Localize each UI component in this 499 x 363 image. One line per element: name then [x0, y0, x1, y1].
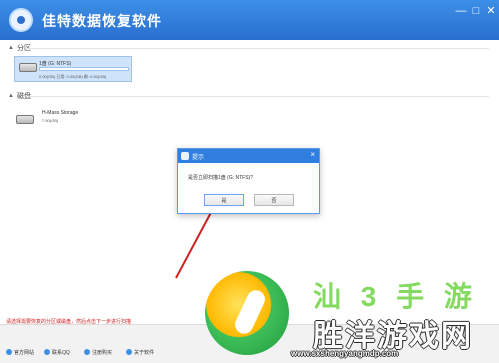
confirm-scan-dialog: 提示 × 是否立即扫描1盘 (G: NTFS)? 是 否 — [177, 148, 320, 214]
dialog-title: 提示 — [192, 155, 205, 161]
dialog-yes-button[interactable]: 是 — [204, 194, 244, 206]
dialog-close-icon[interactable]: × — [310, 150, 315, 159]
dialog-app-icon — [181, 152, 189, 160]
dialog-titlebar: 提示 × — [178, 149, 319, 163]
dialog-no-button[interactable]: 否 — [254, 194, 294, 206]
dialog-message: 是否立即扫描1盘 (G: NTFS)? — [188, 175, 254, 181]
